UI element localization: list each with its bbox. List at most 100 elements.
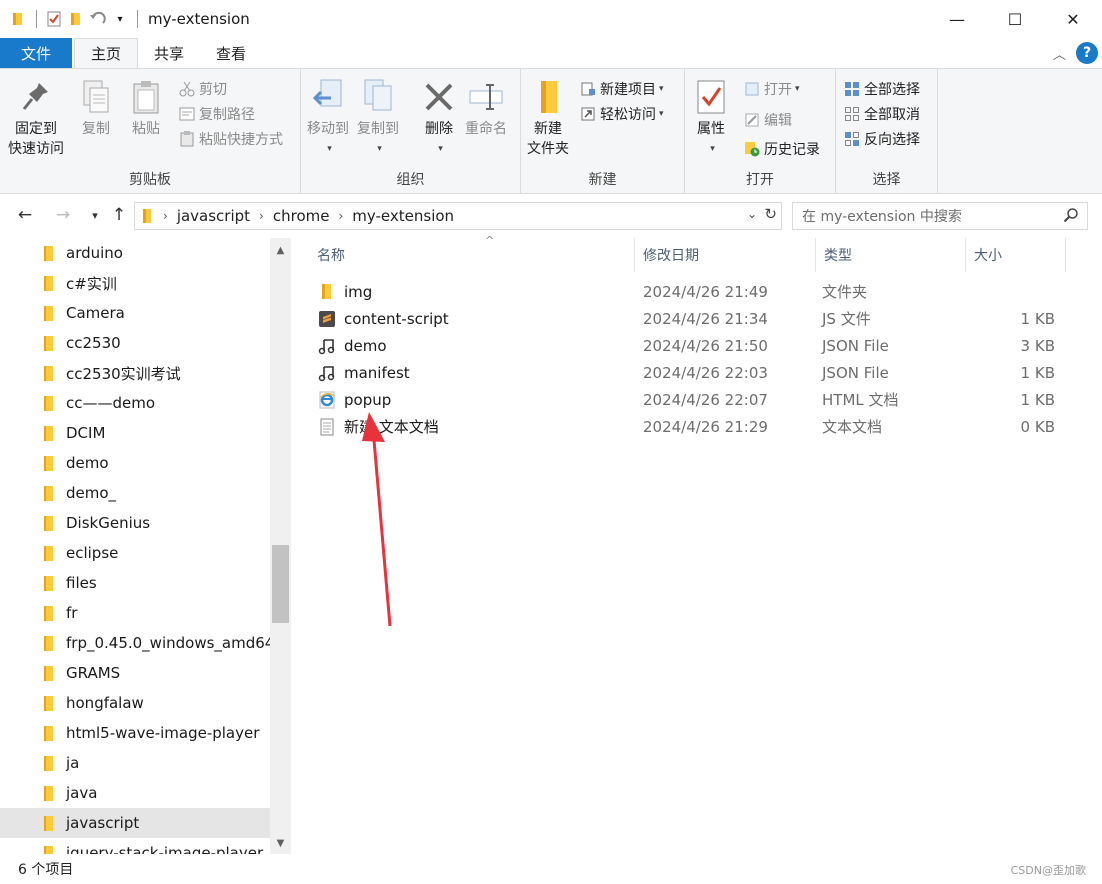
history-button[interactable]: 历史记录 xyxy=(743,137,820,161)
new-folder-button[interactable]: 新建 文件夹 xyxy=(527,77,569,159)
collapse-ribbon-icon[interactable]: ︿ xyxy=(1053,44,1066,63)
paste-button[interactable]: 粘贴 xyxy=(128,77,164,139)
edit-button[interactable]: 编辑 xyxy=(743,108,792,132)
nav-item[interactable]: ja xyxy=(0,748,270,778)
nav-item[interactable]: html5-wave-image-player xyxy=(0,718,270,748)
nav-item[interactable]: files xyxy=(0,568,270,598)
search-input[interactable]: 在 my-extension 中搜索 xyxy=(792,202,1088,230)
file-date: 2024/4/26 21:50 xyxy=(643,336,768,355)
nav-item[interactable]: cc2530实训考试 xyxy=(0,358,270,388)
nav-item-label: html5-wave-image-player xyxy=(66,724,260,742)
breadcrumb-chevron-icon[interactable]: › xyxy=(163,209,168,223)
rename-button[interactable]: 重命名 xyxy=(465,77,507,139)
select-none-button[interactable]: 全部取消 xyxy=(843,102,920,126)
file-size: 0 KB xyxy=(1020,417,1055,436)
maximize-button[interactable]: ☐ xyxy=(986,0,1044,38)
cut-button[interactable]: 剪切 xyxy=(178,77,227,101)
nav-scrollbar[interactable]: ▲ ▼ xyxy=(270,238,291,854)
recent-locations-chevron-icon[interactable]: ▾ xyxy=(84,204,106,226)
open-button[interactable]: 打开 ▾ xyxy=(743,77,800,101)
properties-button[interactable]: 属性 ▾ xyxy=(693,77,729,159)
breadcrumb-chevron-icon[interactable]: › xyxy=(338,209,343,223)
help-icon[interactable]: ? xyxy=(1076,42,1098,64)
scroll-down-arrow-icon[interactable]: ▼ xyxy=(270,835,291,852)
scroll-up-arrow-icon[interactable]: ▲ xyxy=(270,242,291,259)
tab-share[interactable]: 共享 xyxy=(138,38,200,68)
select-all-button[interactable]: 全部选择 xyxy=(843,77,920,101)
nav-item[interactable]: javascript xyxy=(0,808,270,838)
close-button[interactable]: ✕ xyxy=(1044,0,1102,38)
tab-home[interactable]: 主页 xyxy=(74,38,139,68)
music-note-file-icon xyxy=(317,336,337,356)
breadcrumb-my-extension[interactable]: my-extension xyxy=(352,207,454,225)
nav-item-label: arduino xyxy=(66,244,123,262)
nav-item[interactable]: Camera xyxy=(0,298,270,328)
pin-label-line1: 固定到 xyxy=(15,121,57,137)
nav-item[interactable]: GRAMS xyxy=(0,658,270,688)
folder-icon xyxy=(44,755,53,771)
file-row[interactable]: popup 2024/4/26 22:07 HTML 文档 1 KB xyxy=(317,386,1061,413)
folder-icon[interactable] xyxy=(8,8,30,30)
search-icon[interactable] xyxy=(1063,207,1079,227)
up-arrow-icon[interactable]: ↑ xyxy=(108,204,130,226)
nav-item[interactable]: frp_0.45.0_windows_amd64 xyxy=(0,628,270,658)
column-header-name[interactable]: 名称 ^ xyxy=(309,234,635,272)
nav-item[interactable]: arduino xyxy=(0,238,270,268)
file-size: 3 KB xyxy=(1020,336,1055,355)
pin-to-quick-access-button[interactable]: 固定到 快速访问 xyxy=(8,77,64,159)
file-name: content-script xyxy=(344,309,449,328)
breadcrumb-chrome[interactable]: chrome xyxy=(273,207,330,225)
nav-item[interactable]: eclipse xyxy=(0,538,270,568)
breadcrumb-chevron-icon[interactable]: › xyxy=(259,209,264,223)
undo-icon[interactable] xyxy=(87,8,109,30)
file-date: 2024/4/26 21:29 xyxy=(643,417,768,436)
customize-qat-icon[interactable]: ▾ xyxy=(109,8,131,30)
minimize-button[interactable]: — xyxy=(928,0,986,38)
new-item-button[interactable]: 新建项目 ▾ xyxy=(579,77,664,101)
column-header-type[interactable]: 类型 xyxy=(816,238,966,272)
file-row[interactable]: content-script 2024/4/26 21:34 JS 文件 1 KB xyxy=(317,305,1061,332)
file-row[interactable]: demo 2024/4/26 21:50 JSON File 3 KB xyxy=(317,332,1061,359)
nav-item[interactable]: DiskGenius xyxy=(0,508,270,538)
properties-checkmark-icon[interactable] xyxy=(43,8,65,30)
scissors-icon xyxy=(178,80,196,98)
copy-path-button[interactable]: 复制路径 xyxy=(178,102,255,126)
cut-label: 剪切 xyxy=(199,82,227,98)
nav-item[interactable]: cc——demo xyxy=(0,388,270,418)
nav-item[interactable]: fr xyxy=(0,598,270,628)
forward-arrow-icon[interactable]: → xyxy=(52,204,74,226)
back-arrow-icon[interactable]: ← xyxy=(14,204,36,226)
paste-shortcut-button[interactable]: 粘贴快捷方式 xyxy=(178,127,283,151)
nav-item[interactable]: DCIM xyxy=(0,418,270,448)
qat-separator xyxy=(36,10,37,28)
column-header-size[interactable]: 大小 xyxy=(966,238,1066,272)
nav-item[interactable]: demo xyxy=(0,448,270,478)
copy-to-button[interactable]: 复制到 ▾ xyxy=(357,77,399,159)
column-header-date[interactable]: 修改日期 xyxy=(635,238,816,272)
open-label: 打开 xyxy=(764,82,792,98)
nav-item[interactable]: java xyxy=(0,778,270,808)
nav-item[interactable]: cc2530 xyxy=(0,328,270,358)
nav-item[interactable]: demo_ xyxy=(0,478,270,508)
delete-button[interactable]: 删除 ▾ xyxy=(421,77,457,159)
file-row[interactable]: manifest 2024/4/26 22:03 JSON File 1 KB xyxy=(317,359,1061,386)
nav-item[interactable]: hongfalaw xyxy=(0,688,270,718)
scroll-thumb[interactable] xyxy=(272,545,289,623)
tab-view[interactable]: 查看 xyxy=(200,38,262,68)
breadcrumb-javascript[interactable]: javascript xyxy=(177,207,250,225)
move-to-button[interactable]: 移动到 ▾ xyxy=(307,77,349,159)
paste-clipboard-icon xyxy=(128,77,164,117)
easy-access-button[interactable]: 轻松访问 ▾ xyxy=(579,102,664,126)
new-item-icon xyxy=(579,80,597,98)
invert-selection-button[interactable]: 反向选择 xyxy=(843,127,920,151)
copy-button[interactable]: 复制 xyxy=(78,77,114,139)
tab-file[interactable]: 文件 xyxy=(0,38,72,68)
address-bar[interactable]: › javascript › chrome › my-extension ⌄ ↻ xyxy=(134,202,782,230)
refresh-icon[interactable]: ↻ xyxy=(764,205,777,223)
address-dropdown-icon[interactable]: ⌄ xyxy=(747,207,757,221)
file-row[interactable]: 新建 文本文档 2024/4/26 21:29 文本文档 0 KB xyxy=(317,413,1061,440)
nav-item[interactable]: jquery-stack-image-player xyxy=(0,838,270,854)
new-folder-icon[interactable] xyxy=(65,8,87,30)
file-row[interactable]: img 2024/4/26 21:49 文件夹 xyxy=(317,278,1061,305)
nav-item[interactable]: c#实训 xyxy=(0,268,270,298)
